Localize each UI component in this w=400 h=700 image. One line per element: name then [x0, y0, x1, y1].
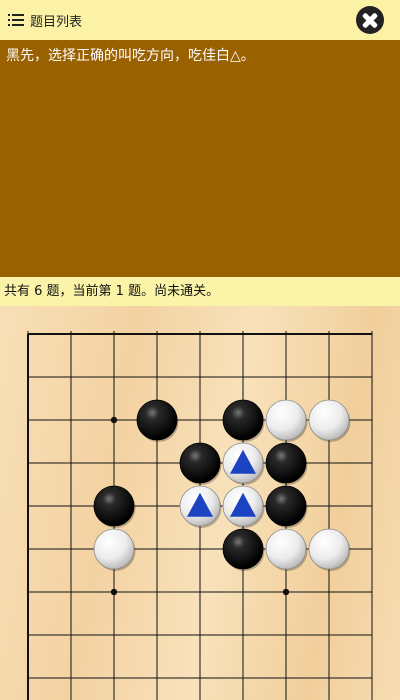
header-bar: 题目列表 — [0, 0, 400, 40]
problem-list-button[interactable]: 题目列表 — [8, 8, 82, 32]
black-stone[interactable] — [222, 399, 265, 442]
star-point — [282, 588, 290, 596]
black-stone[interactable] — [265, 442, 308, 485]
star-point — [110, 416, 118, 424]
star-point — [110, 588, 118, 596]
go-board-area — [0, 306, 400, 700]
black-stone[interactable] — [93, 485, 136, 528]
stones-layer — [93, 399, 351, 571]
white-stone[interactable] — [308, 528, 351, 571]
white-stone[interactable] — [308, 399, 351, 442]
close-icon[interactable] — [356, 6, 384, 34]
go-board[interactable] — [0, 306, 400, 700]
problem-list-label: 题目列表 — [30, 14, 83, 30]
white-stone[interactable] — [93, 528, 136, 571]
list-icon — [8, 14, 24, 26]
black-stone[interactable] — [136, 399, 179, 442]
problem-prompt-text: 黑先，选择正确的叫吃方向，吃佳白△。 — [6, 48, 255, 64]
status-text: 共有 6 题，当前第 1 题。尚未通关。 — [4, 284, 220, 299]
problem-prompt-panel: 黑先，选择正确的叫吃方向，吃佳白△。 — [0, 40, 400, 277]
white-stone[interactable] — [265, 528, 308, 571]
white-stone[interactable] — [222, 442, 265, 485]
white-stone[interactable] — [222, 485, 265, 528]
status-bar: 共有 6 题，当前第 1 题。尚未通关。 — [0, 277, 400, 306]
black-stone[interactable] — [179, 442, 222, 485]
white-stone[interactable] — [265, 399, 308, 442]
white-stone[interactable] — [179, 485, 222, 528]
black-stone[interactable] — [265, 485, 308, 528]
black-stone[interactable] — [222, 528, 265, 571]
